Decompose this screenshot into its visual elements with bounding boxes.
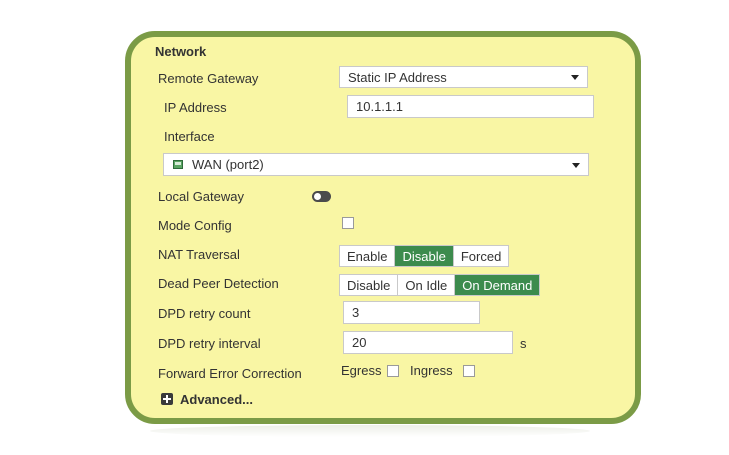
dpd-retry-count-label: DPD retry count bbox=[158, 306, 251, 321]
nat-traversal-options: Enable Disable Forced bbox=[339, 245, 510, 267]
chevron-down-icon bbox=[571, 75, 579, 80]
dpd-disable[interactable]: Disable bbox=[340, 275, 399, 295]
remote-gateway-value: Static IP Address bbox=[348, 69, 447, 85]
nat-traversal-label: NAT Traversal bbox=[158, 247, 240, 262]
fec-ingress-checkbox[interactable] bbox=[463, 365, 475, 377]
chevron-down-icon bbox=[572, 162, 580, 168]
mode-config-label: Mode Config bbox=[158, 218, 232, 233]
fec-label: Forward Error Correction bbox=[158, 366, 302, 381]
expand-plus-icon[interactable] bbox=[161, 393, 173, 405]
dpd-retry-count-input[interactable]: 3 bbox=[343, 301, 480, 324]
fec-ingress-label: Ingress bbox=[410, 363, 453, 378]
dpd-retry-interval-unit: s bbox=[520, 336, 527, 351]
dpd-on-idle[interactable]: On Idle bbox=[398, 275, 456, 295]
advanced-toggle[interactable]: Advanced... bbox=[180, 392, 253, 407]
dpd-retry-count-value: 3 bbox=[352, 305, 360, 320]
local-gateway-toggle[interactable] bbox=[312, 191, 331, 202]
nat-traversal-forced[interactable]: Forced bbox=[453, 246, 509, 266]
dead-peer-detection-options: Disable On Idle On Demand bbox=[339, 274, 541, 296]
fec-egress-label: Egress bbox=[341, 363, 382, 378]
ip-address-input[interactable]: 10.1.1.1 bbox=[347, 95, 594, 118]
nat-traversal-enable[interactable]: Enable bbox=[340, 246, 396, 266]
nat-traversal-disable[interactable]: Disable bbox=[395, 246, 454, 266]
interface-select[interactable]: WAN (port2) bbox=[163, 153, 589, 176]
section-title: Network bbox=[155, 44, 207, 59]
dpd-on-demand[interactable]: On Demand bbox=[455, 275, 540, 295]
remote-gateway-label: Remote Gateway bbox=[158, 71, 259, 86]
network-port-icon bbox=[173, 160, 183, 169]
dpd-retry-interval-input[interactable]: 20 bbox=[343, 331, 513, 354]
ip-address-value: 10.1.1.1 bbox=[356, 99, 403, 114]
interface-label: Interface bbox=[164, 129, 215, 144]
interface-value: WAN (port2) bbox=[192, 157, 264, 172]
remote-gateway-select[interactable]: Static IP Address bbox=[339, 66, 588, 88]
dpd-retry-interval-value: 20 bbox=[352, 335, 367, 350]
local-gateway-label: Local Gateway bbox=[158, 189, 244, 204]
dpd-retry-interval-label: DPD retry interval bbox=[158, 336, 261, 351]
fec-egress-checkbox[interactable] bbox=[387, 365, 399, 377]
mode-config-checkbox[interactable] bbox=[342, 217, 354, 229]
panel-shadow bbox=[150, 425, 590, 437]
dead-peer-detection-label: Dead Peer Detection bbox=[158, 276, 279, 291]
ip-address-label: IP Address bbox=[164, 100, 227, 115]
